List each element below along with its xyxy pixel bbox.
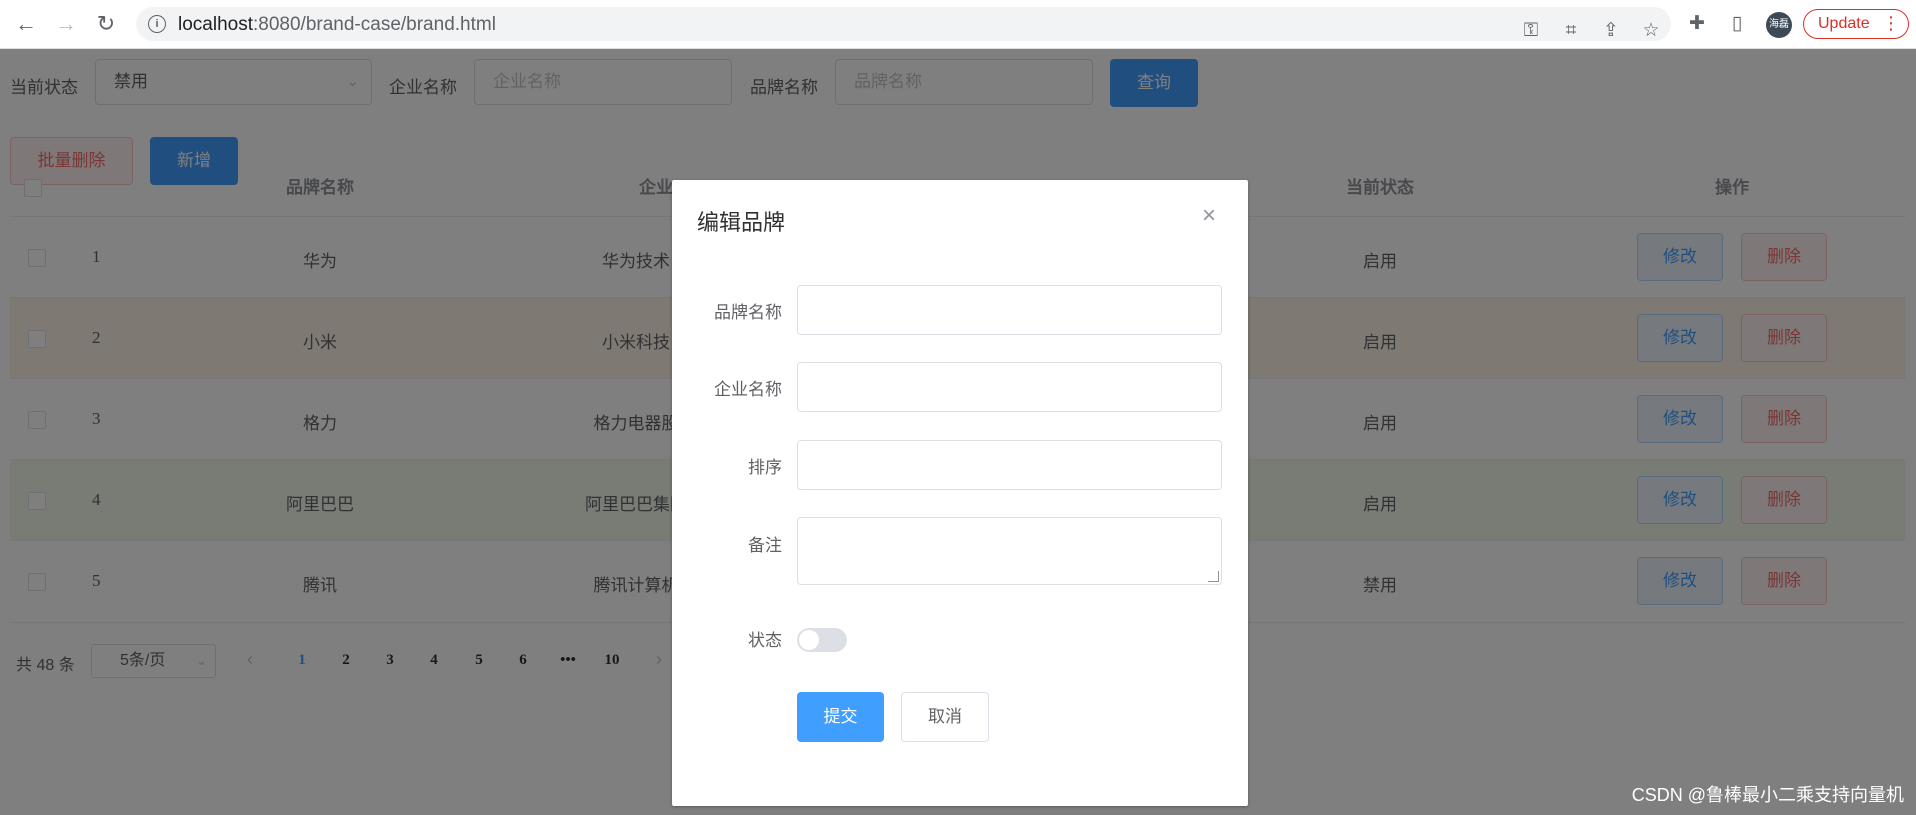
profile-avatar[interactable]: 海磊: [1766, 12, 1792, 38]
resize-handle-icon[interactable]: [1208, 571, 1219, 582]
url-path: :8080/brand-case/brand.html: [253, 14, 496, 35]
submit-button[interactable]: 提交: [797, 692, 884, 742]
edit-brand-dialog: 编辑品牌 × 品牌名称 企业名称 排序 备注 状态 提交 取消: [672, 180, 1248, 806]
brand-name-label: 品牌名称: [714, 303, 782, 322]
remark-textarea[interactable]: [797, 517, 1222, 585]
forward-icon[interactable]: →: [54, 12, 78, 36]
company-name-label: 企业名称: [714, 380, 782, 399]
back-icon[interactable]: ←: [14, 12, 38, 36]
update-button[interactable]: Update ⋮: [1803, 9, 1909, 39]
update-label: Update: [1818, 15, 1870, 32]
switch-knob: [799, 630, 819, 650]
site-info-icon[interactable]: i: [148, 15, 166, 33]
menu-dots-icon[interactable]: ⋮: [1882, 10, 1900, 37]
share-icon[interactable]: ⇪: [1598, 18, 1624, 44]
status-switch[interactable]: [797, 628, 847, 652]
address-bar[interactable]: i localhost:8080/brand-case/brand.html ⚿…: [136, 7, 1671, 41]
company-name-input[interactable]: [797, 362, 1222, 412]
extensions-icon[interactable]: ✚: [1684, 11, 1710, 37]
bookmark-star-icon[interactable]: ☆: [1638, 18, 1664, 44]
remark-label: 备注: [748, 536, 782, 555]
url-host: localhost: [178, 14, 253, 35]
translate-icon[interactable]: ⌗: [1558, 18, 1584, 44]
brand-name-input[interactable]: [797, 285, 1222, 335]
watermark: CSDN @鲁棒最小二乘支持向量机: [1631, 785, 1904, 805]
browser-toolbar: ← → ↻ i localhost:8080/brand-case/brand.…: [0, 0, 1916, 49]
close-icon[interactable]: ×: [1202, 202, 1216, 230]
dialog-title: 编辑品牌: [697, 210, 786, 235]
cancel-button[interactable]: 取消: [901, 692, 989, 742]
status-label: 状态: [748, 631, 782, 650]
order-input[interactable]: [797, 440, 1222, 490]
reload-icon[interactable]: ↻: [94, 12, 118, 36]
key-icon[interactable]: ⚿: [1518, 18, 1544, 44]
order-label: 排序: [748, 458, 782, 477]
url-text: localhost:8080/brand-case/brand.html: [178, 14, 496, 36]
side-panel-icon[interactable]: ▯: [1724, 11, 1750, 37]
